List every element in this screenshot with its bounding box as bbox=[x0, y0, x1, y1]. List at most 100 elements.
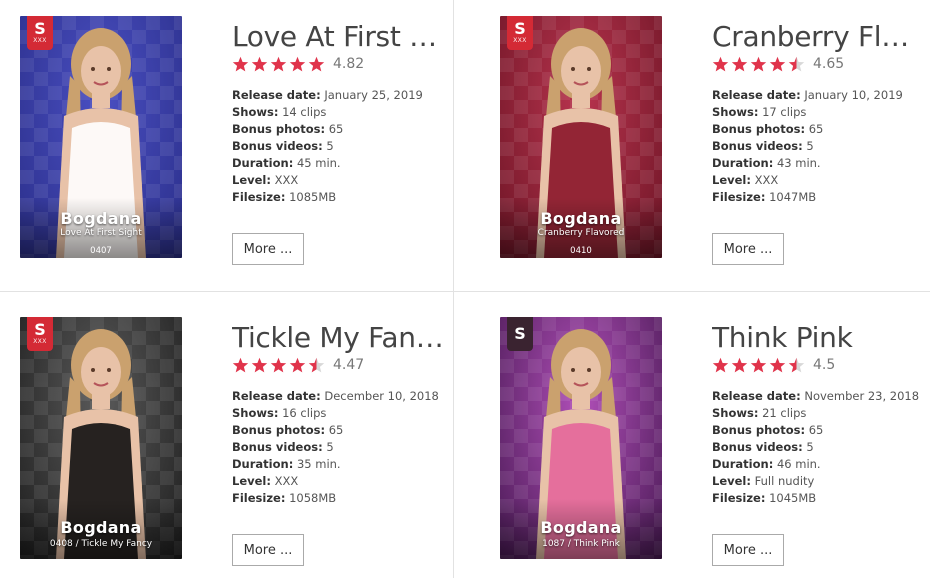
release-title[interactable]: Cranberry Flav... bbox=[712, 20, 924, 53]
detail-label: Filesize: bbox=[712, 491, 766, 505]
detail-row: Bonus videos: 5 bbox=[232, 439, 452, 456]
star-icon bbox=[712, 56, 729, 73]
detail-value: November 23, 2018 bbox=[804, 389, 920, 403]
rating: 4.65 bbox=[712, 55, 844, 73]
logo-rating-text: XXX bbox=[513, 38, 527, 44]
detail-label: Bonus photos: bbox=[232, 122, 326, 136]
detail-label: Filesize: bbox=[232, 491, 286, 505]
star-icon bbox=[750, 56, 767, 73]
detail-label: Bonus videos: bbox=[232, 139, 323, 153]
more-button[interactable]: More ... bbox=[232, 534, 304, 566]
detail-label: Level: bbox=[712, 173, 751, 187]
detail-value: 5 bbox=[326, 139, 334, 153]
rating: 4.47 bbox=[232, 356, 364, 374]
rating: 4.5 bbox=[712, 356, 835, 374]
detail-label: Duration: bbox=[232, 156, 294, 170]
star-icon bbox=[270, 56, 287, 73]
star-icon bbox=[750, 357, 767, 374]
detail-row: Release date: January 10, 2019 bbox=[712, 87, 930, 104]
detail-value: 65 bbox=[808, 423, 824, 437]
detail-label: Duration: bbox=[712, 156, 774, 170]
detail-value: January 10, 2019 bbox=[804, 88, 903, 102]
star-rating bbox=[712, 56, 807, 73]
release-card: S Bogdana 1087 / Think Pink Think Pink 4.5 Re… bbox=[480, 301, 930, 578]
star-icon bbox=[289, 56, 306, 73]
cover-image[interactable]: S Bogdana 1087 / Think Pink bbox=[500, 317, 662, 559]
detail-label: Bonus videos: bbox=[712, 139, 803, 153]
cover-model-name: Bogdana bbox=[540, 518, 622, 537]
release-card: S XXX Bogdana 0408 / Tickle My Fancy Tickle … bbox=[0, 301, 452, 578]
detail-label: Shows: bbox=[232, 105, 279, 119]
site-logo-badge: S XXX bbox=[507, 16, 533, 50]
more-button[interactable]: More ... bbox=[232, 233, 304, 265]
detail-row: Bonus photos: 65 bbox=[712, 422, 930, 439]
detail-label: Bonus photos: bbox=[712, 122, 806, 136]
detail-row: Shows: 16 clips bbox=[232, 405, 452, 422]
detail-row: Release date: January 25, 2019 bbox=[232, 87, 452, 104]
star-icon bbox=[788, 357, 805, 374]
release-title[interactable]: Think Pink bbox=[712, 321, 924, 354]
release-card: S XXX Bogdana Cranberry Flavored 0410 Cranber… bbox=[480, 0, 930, 290]
rating: 4.82 bbox=[232, 55, 364, 73]
detail-row: Duration: 45 min. bbox=[232, 155, 452, 172]
detail-value: 1045MB bbox=[769, 491, 817, 505]
detail-label: Duration: bbox=[232, 457, 294, 471]
detail-row: Duration: 35 min. bbox=[232, 456, 452, 473]
star-icon bbox=[731, 357, 748, 374]
star-rating bbox=[712, 357, 807, 374]
cover-number: 0410 bbox=[570, 246, 592, 256]
detail-value: 21 clips bbox=[762, 406, 807, 420]
star-icon bbox=[788, 56, 805, 73]
detail-label: Release date: bbox=[232, 88, 321, 102]
star-rating bbox=[232, 56, 327, 73]
detail-value: Full nudity bbox=[754, 474, 815, 488]
detail-row: Bonus photos: 65 bbox=[232, 422, 452, 439]
logo-rating-text: XXX bbox=[33, 38, 47, 44]
detail-value: 45 min. bbox=[296, 156, 341, 170]
release-details: Release date: January 10, 2019 Shows: 17 … bbox=[712, 87, 930, 206]
detail-value: XXX bbox=[754, 173, 779, 187]
detail-row: Level: XXX bbox=[232, 172, 452, 189]
detail-row: Level: XXX bbox=[712, 172, 930, 189]
detail-label: Level: bbox=[712, 474, 751, 488]
detail-label: Bonus videos: bbox=[712, 440, 803, 454]
release-details: Release date: December 10, 2018 Shows: 16… bbox=[232, 388, 452, 507]
cover-image[interactable]: S XXX Bogdana 0408 / Tickle My Fancy bbox=[20, 317, 182, 559]
rating-value: 4.5 bbox=[813, 357, 836, 373]
cover-model-name: Bogdana bbox=[60, 518, 142, 537]
column-divider bbox=[453, 0, 454, 578]
logo-letter: S bbox=[34, 19, 46, 38]
detail-label: Bonus photos: bbox=[232, 423, 326, 437]
detail-value: January 25, 2019 bbox=[324, 88, 423, 102]
cover-subtitle: Cranberry Flavored bbox=[537, 228, 625, 238]
site-logo-badge: S XXX bbox=[27, 317, 53, 351]
more-button[interactable]: More ... bbox=[712, 534, 784, 566]
release-title[interactable]: Love At First Si... bbox=[232, 20, 444, 53]
cover-subtitle: 0408 / Tickle My Fancy bbox=[49, 539, 153, 549]
more-button[interactable]: More ... bbox=[712, 233, 784, 265]
cover-image[interactable]: S XXX Bogdana Love At First Sight 0407 bbox=[20, 16, 182, 258]
star-icon bbox=[308, 357, 325, 374]
detail-label: Filesize: bbox=[232, 190, 286, 204]
detail-label: Filesize: bbox=[712, 190, 766, 204]
release-title[interactable]: Tickle My Fancy bbox=[232, 321, 444, 354]
star-icon bbox=[232, 357, 249, 374]
cover-subtitle: Love At First Sight bbox=[60, 228, 142, 238]
detail-value: December 10, 2018 bbox=[324, 389, 439, 403]
detail-label: Duration: bbox=[712, 457, 774, 471]
cover-image[interactable]: S XXX Bogdana Cranberry Flavored 0410 bbox=[500, 16, 662, 258]
cover-subtitle: 1087 / Think Pink bbox=[542, 539, 620, 549]
detail-row: Bonus videos: 5 bbox=[712, 138, 930, 155]
star-icon bbox=[270, 357, 287, 374]
star-icon bbox=[308, 56, 325, 73]
detail-row: Filesize: 1058MB bbox=[232, 490, 452, 507]
detail-value: 1085MB bbox=[289, 190, 337, 204]
logo-letter: S bbox=[34, 320, 46, 339]
detail-label: Shows: bbox=[232, 406, 279, 420]
detail-value: 5 bbox=[806, 440, 814, 454]
detail-label: Release date: bbox=[712, 88, 801, 102]
detail-value: 1058MB bbox=[289, 491, 337, 505]
star-icon bbox=[712, 357, 729, 374]
detail-row: Filesize: 1047MB bbox=[712, 189, 930, 206]
cover-number: 0407 bbox=[90, 246, 112, 256]
